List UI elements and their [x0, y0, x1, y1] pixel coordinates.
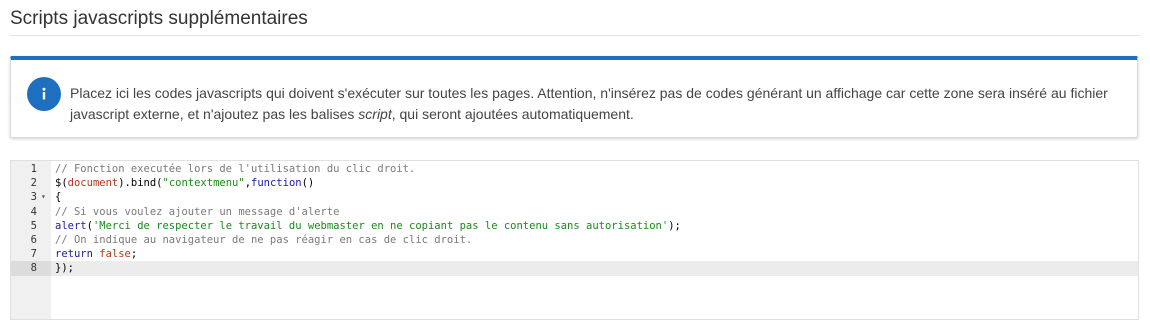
code-line[interactable]: 6 // On indique au navigateur de ne pas r…: [11, 233, 1138, 247]
line-number: 5: [30, 219, 37, 232]
line-number: 7: [30, 248, 37, 261]
alert-text-part: , qui seront ajoutées automatiquement.: [391, 106, 634, 122]
code-token: false: [99, 248, 131, 261]
code-text: $(document).bind("contextmenu",function(…: [55, 176, 314, 190]
code-token: return: [55, 248, 100, 261]
line-number: 2: [30, 177, 37, 190]
code-text: // Fonction executée lors de l'utilisati…: [55, 162, 415, 176]
code-token: ;: [130, 248, 138, 261]
code-token: );: [668, 219, 681, 232]
title-divider: [10, 35, 1140, 36]
code-text: // On indique au navigateur de ne pas ré…: [55, 233, 472, 247]
code-token: function: [251, 177, 302, 190]
code-line[interactable]: 3 ▾{: [11, 190, 1138, 204]
line-number: 4: [30, 205, 37, 218]
code-token: alert: [55, 219, 87, 232]
code-token: // Si vous voulez ajouter un message d'a…: [55, 205, 340, 218]
info-icon: [27, 77, 61, 111]
code-text: {: [55, 190, 61, 204]
code-token: });: [55, 262, 74, 275]
code-editor[interactable]: 1 // Fonction executée lors de l'utilisat…: [10, 160, 1139, 320]
code-line[interactable]: 4 // Si vous voulez ajouter un message d'…: [11, 205, 1138, 219]
info-alert: Placez ici les codes javascripts qui doi…: [10, 56, 1138, 138]
code-token: 'Merci de respecter le travail du webmas…: [92, 219, 669, 232]
code-line[interactable]: 8});: [11, 261, 1138, 276]
fold-toggle-icon[interactable]: ▾: [41, 190, 46, 204]
alert-text-emphasis: script: [358, 106, 392, 122]
code-line[interactable]: 5 alert('Merci de respecter le travail du…: [11, 219, 1138, 233]
code-token: document: [67, 177, 119, 190]
code-token: "contextmenu": [162, 177, 245, 190]
code-token: // Fonction executée lors de l'utilisati…: [55, 163, 416, 175]
code-token: ).bind(: [118, 177, 163, 190]
code-line[interactable]: 2 $(document).bind("contextmenu",function…: [11, 176, 1138, 190]
line-number: 1: [30, 163, 37, 175]
code-text: // Si vous voulez ajouter un message d'a…: [55, 205, 339, 219]
line-number: 6: [30, 233, 37, 246]
code-token: // On indique au navigateur de ne pas ré…: [55, 233, 473, 246]
section-title: Scripts javascripts supplémentaires: [10, 8, 308, 29]
line-number: 8: [11, 261, 51, 276]
code-text: alert('Merci de respecter le travail du …: [55, 219, 681, 233]
code-text: return false;: [55, 247, 137, 261]
code-token: $(: [55, 177, 68, 190]
code-lines: 1 // Fonction executée lors de l'utilisat…: [11, 162, 1138, 276]
code-line[interactable]: 1 // Fonction executée lors de l'utilisat…: [11, 162, 1138, 176]
alert-message: Placez ici les codes javascripts qui doi…: [70, 83, 1120, 125]
code-token: {: [55, 191, 62, 204]
code-text: });: [55, 261, 74, 275]
code-line[interactable]: 7 return false;: [11, 247, 1138, 261]
code-token: (): [301, 177, 315, 190]
